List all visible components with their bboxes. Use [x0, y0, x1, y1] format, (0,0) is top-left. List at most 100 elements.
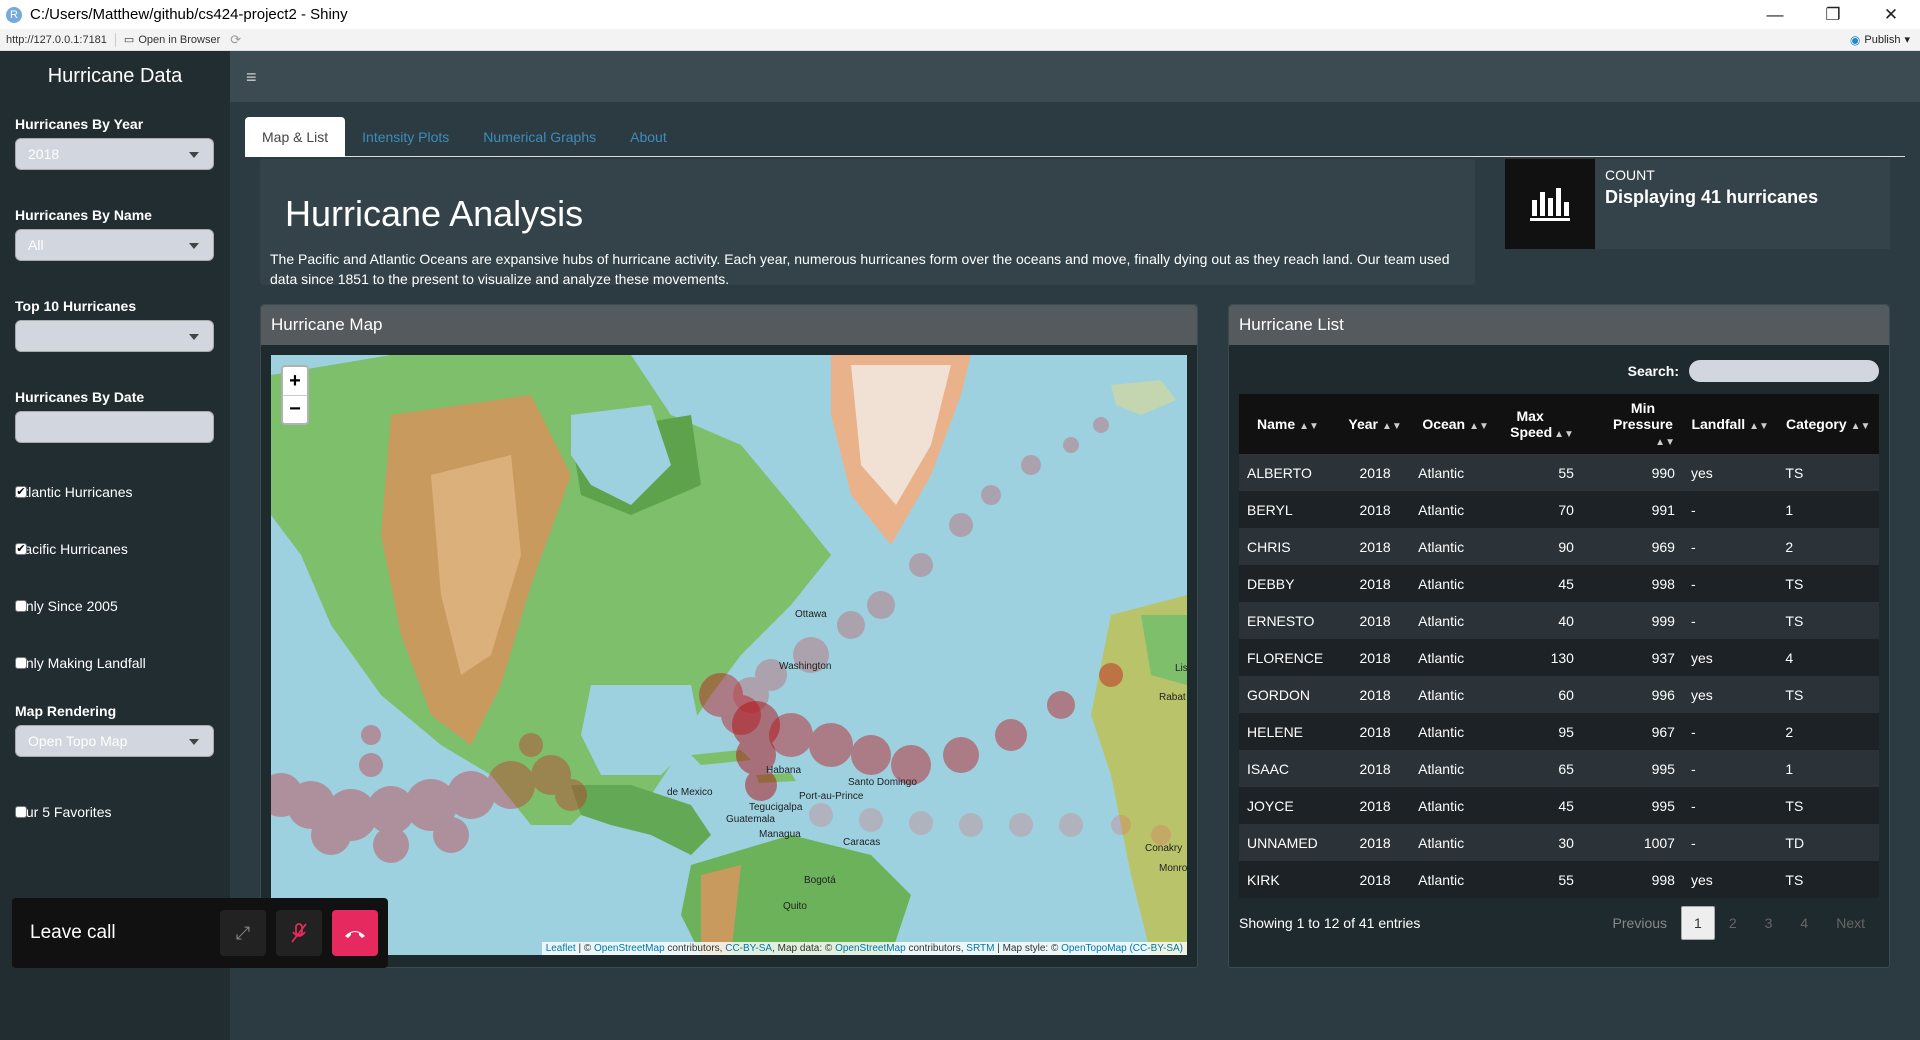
map-label: Tegucigalpa	[749, 802, 803, 813]
column-label: Ocean	[1422, 415, 1466, 432]
infobox-caption: COUNT	[1605, 167, 1655, 183]
table-cell: Atlantic	[1418, 612, 1465, 629]
table-cell: -	[1690, 538, 1696, 555]
table-row[interactable]: HELENE 2018 Atlantic 95 967- 2	[1239, 713, 1879, 750]
table-cell: 2018	[1359, 723, 1391, 740]
table-cell: 995	[1651, 797, 1675, 814]
table-row[interactable]: GORDON 2018 Atlantic 60 996 yes TS	[1239, 676, 1879, 713]
sort-icon: ▲▼	[1850, 420, 1871, 432]
tab-numerical-graphs[interactable]: Numerical Graphs	[466, 117, 613, 157]
search-input[interactable]	[1689, 360, 1879, 382]
column-header-name[interactable]: Name ▲▼	[1239, 394, 1341, 455]
table-cell: 2018	[1359, 501, 1391, 518]
end-call-icon[interactable]	[332, 910, 378, 956]
column-header-max-speed[interactable]: Max Speed ▲▼	[1501, 394, 1582, 455]
opentopomap-link[interactable]: OpenTopoMap (CC-BY-SA)	[1061, 943, 1183, 954]
table-row[interactable]: KIRK 2018 Atlantic 55 998 yes TS	[1239, 861, 1879, 898]
hurricane-map[interactable]: + − Ottawa Washington Habana Santo Domin…	[271, 355, 1187, 955]
date-input[interactable]	[15, 411, 214, 443]
attribution-text: contributors,	[905, 943, 967, 954]
top10-select[interactable]	[15, 320, 214, 352]
table-row[interactable]: ISAAC 2018 Atlantic 65 995- 1	[1239, 750, 1879, 787]
table-cell: Atlantic	[1418, 575, 1465, 592]
page-1-button[interactable]: 1	[1681, 906, 1715, 940]
column-label: Name	[1257, 415, 1296, 432]
table-cell: 2018	[1359, 797, 1391, 814]
zoom-in-button[interactable]: +	[283, 367, 307, 395]
publish-button[interactable]: ◉ Publish ▾	[1850, 33, 1910, 47]
page-2-button[interactable]: 2	[1715, 915, 1751, 931]
hamburger-menu-icon[interactable]: ≡	[246, 67, 257, 88]
table-row[interactable]: ALBERTO 2018 Atlantic 55 990 yes TS	[1239, 454, 1879, 491]
since-2005-checkbox[interactable]: Only Since 2005	[15, 598, 118, 614]
hurricane-map-box: Hurricane Map + − Ottawa Washington Haba…	[260, 304, 1198, 968]
page-4-button[interactable]: 4	[1786, 915, 1822, 931]
tab-intensity-plots[interactable]: Intensity Plots	[345, 117, 466, 157]
column-header-category[interactable]: Category ▲▼	[1777, 394, 1879, 455]
srtm-link[interactable]: SRTM	[966, 943, 994, 954]
map-label: Guatemala	[726, 814, 775, 825]
table-row[interactable]: ERNESTO 2018 Atlantic 40 999- TS	[1239, 602, 1879, 639]
column-header-min-pressure[interactable]: Min Pressure ▲▼	[1581, 394, 1683, 455]
table-cell: 2018	[1359, 686, 1391, 703]
table-cell: 995	[1651, 760, 1675, 777]
tab-map-list[interactable]: Map & List	[245, 117, 346, 157]
table-cell: 90	[1558, 538, 1574, 555]
tab-about[interactable]: About	[613, 117, 684, 157]
table-row[interactable]: BERYL 2018 Atlantic 70 991- 1	[1239, 491, 1879, 528]
cc-by-sa-link[interactable]: CC-BY-SA	[725, 943, 772, 954]
table-cell: -	[1690, 612, 1696, 629]
table-row[interactable]: DEBBY 2018 Atlantic 45 998- TS	[1239, 565, 1879, 602]
name-select-label: Hurricanes By Name	[15, 207, 152, 223]
map-label: Port-au-Prince	[799, 791, 864, 802]
pacific-checkbox-label: Pacific Hurricanes	[15, 541, 128, 557]
next-button[interactable]: Next	[1822, 915, 1879, 931]
table-cell: 998	[1651, 871, 1675, 888]
osm-link[interactable]: OpenStreetMap	[594, 943, 665, 954]
column-label: Landfall	[1691, 415, 1746, 432]
sort-icon: ▲▼	[1655, 436, 1675, 448]
open-in-browser-button[interactable]: ▭ Open in Browser	[124, 33, 220, 47]
expand-icon[interactable]: ⤢	[220, 910, 266, 956]
publish-icon: ◉	[1849, 32, 1861, 47]
column-header-landfall[interactable]: Landfall ▲▼	[1682, 394, 1778, 455]
close-button[interactable]: ✕	[1862, 0, 1920, 29]
table-cell: 969	[1651, 538, 1675, 555]
map-label: Rabat	[1159, 692, 1186, 703]
render-select[interactable]: Open Topo Map	[15, 725, 214, 757]
hurricane-list-box: Hurricane List Search: Name ▲▼ Year ▲▼ Oce…	[1228, 304, 1890, 968]
zoom-out-button[interactable]: −	[283, 395, 307, 423]
checkbox-checked-icon: ✔	[15, 542, 27, 555]
map-label: Bogotá	[804, 875, 836, 886]
minimize-button[interactable]: —	[1746, 0, 1804, 29]
map-label: Caracas	[843, 837, 881, 848]
checkbox-unchecked-icon	[15, 657, 27, 669]
since-2005-checkbox-label: Only Since 2005	[15, 598, 118, 614]
name-select[interactable]: All	[15, 229, 214, 261]
table-cell: 996	[1651, 686, 1675, 703]
year-select[interactable]: 2018	[15, 138, 214, 170]
table-row[interactable]: FLORENCE 2018 Atlantic 130 937 yes 4	[1239, 639, 1879, 676]
refresh-icon[interactable]: ⟳	[230, 32, 241, 48]
column-label: Min Pressure	[1613, 399, 1673, 432]
map-label: Habana	[766, 765, 802, 776]
mute-microphone-icon[interactable]	[276, 910, 322, 956]
leaflet-link[interactable]: Leaflet	[546, 943, 576, 954]
table-row[interactable]: UNNAMED 2018 Atlantic 30 1007- TD	[1239, 824, 1879, 861]
pacific-checkbox[interactable]: ✔ Pacific Hurricanes	[15, 541, 128, 557]
favorites-checkbox[interactable]: Our 5 Favorites	[15, 804, 111, 820]
osm-link[interactable]: OpenStreetMap	[835, 943, 906, 954]
restore-button[interactable]: ❐	[1804, 0, 1862, 29]
atlantic-checkbox[interactable]: ✔ Atlantic Hurricanes	[15, 484, 133, 500]
table-row[interactable]: JOYCE 2018 Atlantic 45 995- TS	[1239, 787, 1879, 824]
column-header-year[interactable]: Year ▲▼	[1340, 394, 1411, 455]
table-cell: 60	[1558, 686, 1574, 703]
map-label: Conakry	[1145, 843, 1183, 854]
window-title: C:/Users/Matthew/github/cs424-project2 -…	[30, 6, 348, 23]
previous-button[interactable]: Previous	[1599, 915, 1681, 931]
column-header-ocean[interactable]: Ocean ▲▼	[1410, 394, 1502, 455]
landfall-checkbox[interactable]: Only Making Landfall	[15, 655, 146, 671]
infobox-value: Displaying 41 hurricanes	[1605, 187, 1819, 207]
page-3-button[interactable]: 3	[1751, 915, 1787, 931]
table-row[interactable]: CHRIS 2018 Atlantic 90 969- 2	[1239, 528, 1879, 565]
